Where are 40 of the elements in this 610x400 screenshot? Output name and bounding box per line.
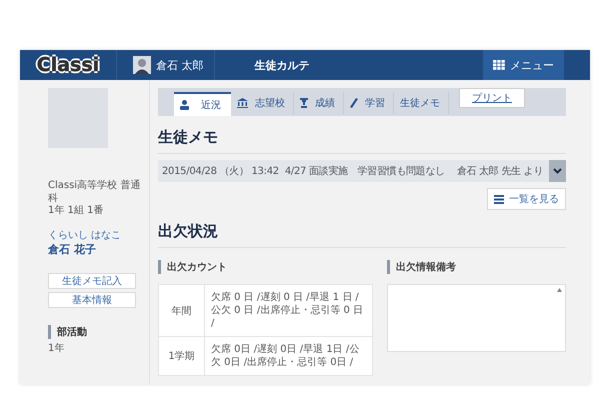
memo-date: 2015/04/28 （火） 13:42 [162, 164, 279, 178]
tab[interactable]: 志望校 [231, 92, 294, 114]
section-heading: 部活動 [48, 324, 145, 338]
table-cell-text: 欠席 0 日 /遅刻 0 日 /早退 1 日 /公欠 0 日 /出席停止・忌引等 0 日 / [210, 290, 364, 331]
name-reading: くらいし はなこ [48, 228, 122, 242]
class-text: 1年 1組 1番 [48, 205, 104, 218]
table-cell: 年間 [159, 285, 205, 336]
list-icon [494, 194, 504, 204]
tab[interactable]: 学習 [344, 92, 394, 114]
chevron-down-icon [553, 168, 562, 174]
section-heading: 出欠状況 [158, 222, 566, 248]
section-heading: 生徒メモ [158, 128, 566, 154]
school-text: Classi高等学校 普通科 [48, 180, 142, 204]
tab[interactable]: 成績 [294, 92, 344, 114]
table-cell: 1学期 [159, 337, 205, 375]
avatar-icon [133, 56, 151, 74]
grid-icon [493, 60, 505, 70]
expand-button[interactable] [549, 160, 566, 182]
remarks-field[interactable] [386, 284, 566, 352]
menu-button[interactable]: メニュー [483, 50, 564, 80]
side-button[interactable]: 生徒メモ記入 [48, 272, 136, 288]
user-name: 倉石 太郎 [156, 58, 204, 72]
subsection-heading: 出欠情報備考 [386, 260, 566, 274]
list-button[interactable]: 一覧を見る [487, 188, 566, 210]
page-title: 生徒カルテ [254, 58, 310, 72]
trophy-icon [300, 98, 308, 108]
person-icon [180, 100, 189, 110]
memo-author: 倉石 太郎 先生 より [456, 164, 544, 178]
print-button[interactable]: プリント [459, 88, 525, 108]
building-icon [237, 98, 248, 108]
memo-text: 4/27 面談実施 学習習慣も問題なし [284, 164, 445, 178]
scroll-up-icon [557, 288, 562, 292]
side-button[interactable]: 基本情報 [48, 292, 136, 308]
table-cell-text: 欠席 0日 /遅刻 0日 /早退 1日 /公欠 0日 /出席停止・忌引等 0日 / [210, 342, 360, 370]
tab[interactable]: 生徒メモ [394, 92, 449, 114]
student-name: 倉石 花子 [48, 242, 97, 256]
subsection-heading: 出欠カウント [158, 260, 373, 274]
tab[interactable]: 近況 [174, 92, 231, 116]
pencil-icon [350, 98, 358, 108]
club-year: 1年 [48, 342, 66, 355]
